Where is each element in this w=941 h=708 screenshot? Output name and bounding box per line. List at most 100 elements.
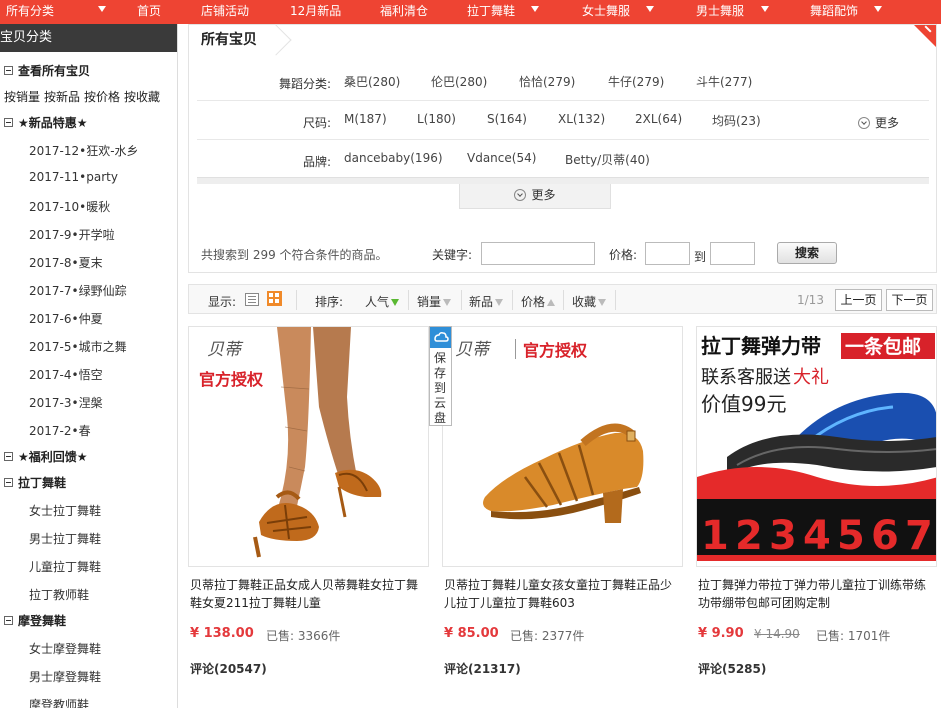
band-number: 5 [837,513,865,559]
prev-page-button[interactable]: 上一页 [835,289,882,311]
sort-by-new-link[interactable]: 按新品 [44,90,80,104]
nav-december-new[interactable]: 12月新品 [290,0,341,24]
sidebar-item[interactable]: 2017-8•夏末 [29,254,103,271]
product-title[interactable]: 贝蒂拉丁舞鞋正品女成人贝蒂舞鞋女拉丁舞鞋女夏211拉丁舞鞋儿童 [190,576,428,612]
search-button[interactable]: 搜索 [777,242,837,264]
sidebar-item[interactable]: 2017-3•涅槃 [29,394,103,411]
filter-option[interactable]: 恰恰(279) [519,73,575,90]
filter-option[interactable]: 均码(23) [712,112,761,129]
sort-popularity[interactable]: 人气 [365,293,400,310]
sidebar-category-new[interactable]: ★新品特惠★ [4,114,88,131]
filter-option[interactable]: S(164) [487,112,527,126]
sidebar-item[interactable]: 女士拉丁舞鞋 [29,502,101,519]
sort-favorites[interactable]: 收藏 [572,293,607,310]
collapse-icon[interactable] [4,616,13,625]
nav-mens-dancewear[interactable]: 男士舞服 [696,0,744,24]
filter-more-label: 更多 [531,188,556,202]
sidebar-item[interactable]: 2017-6•仲夏 [29,310,103,327]
nav-clearance[interactable]: 福利清仓 [380,0,428,24]
chevron-down-icon [98,6,106,12]
filter-option[interactable]: L(180) [417,112,456,126]
nav-dance-accessories[interactable]: 舞蹈配饰 [810,0,858,24]
filter-option[interactable]: 2XL(64) [635,112,682,126]
sidebar-item[interactable]: 2017-12•狂欢-水乡 [29,142,139,159]
price-min-input[interactable] [645,242,690,265]
nav-womens-dancewear[interactable]: 女士舞服 [582,0,630,24]
nav-store-events[interactable]: 店铺活动 [201,0,249,24]
filter-option[interactable]: XL(132) [558,112,605,126]
filter-option[interactable]: dancebaby(196) [344,151,443,165]
collapse-icon[interactable] [4,478,13,487]
price-to-label: 到 [694,250,707,264]
product-comments[interactable]: 评论(20547) [190,660,267,677]
price-max-input[interactable] [710,242,755,265]
filter-option[interactable]: 斗牛(277) [696,73,752,90]
product-image[interactable]: 拉丁舞弹力带 一条包邮 联系客服送 大礼 价值99元 1 2 3 4 5 6 7 [696,326,937,567]
sort-by-favorites-link[interactable]: 按收藏 [124,90,160,104]
sidebar-item[interactable]: 摩登教师鞋 [29,696,89,708]
list-view-icon[interactable] [245,293,259,306]
divider [461,290,462,310]
size-more-button[interactable]: 更多 [857,114,899,131]
product-card[interactable]: 贝蒂 官方授权 贝蒂拉丁舞鞋儿童女孩女童拉丁舞鞋正品少儿拉丁儿童拉丁舞鞋603 … [442,326,683,686]
next-page-button[interactable]: 下一页 [886,289,933,311]
arrow-down-icon [391,299,400,306]
sort-new[interactable]: 新品 [469,293,504,310]
nav-latin-shoes[interactable]: 拉丁舞鞋 [467,0,515,24]
filter-label: 舞蹈分类: [278,77,331,91]
product-image[interactable]: 贝蒂 官方授权 [188,326,429,567]
sidebar-item[interactable]: 2017-7•绿野仙踪 [29,282,127,299]
sidebar-item[interactable]: 男士拉丁舞鞋 [29,530,101,547]
chevron-down-icon [857,117,870,129]
filter-option[interactable]: M(187) [344,112,387,126]
product-comments[interactable]: 评论(5285) [698,660,766,677]
sidebar-item[interactable]: 2017-2•春 [29,422,91,439]
keyword-input[interactable] [481,242,595,265]
product-price: ¥ 138.00 [190,626,254,641]
chevron-down-icon [646,6,654,12]
grid-view-icon[interactable] [267,291,282,306]
nav-all-categories[interactable]: 所有分类 [6,0,54,24]
sort-by-price-link[interactable]: 按价格 [84,90,120,104]
brand-logo: 贝蒂 [207,340,244,360]
sidebar-item[interactable]: 儿童拉丁舞鞋 [29,558,101,575]
collapse-icon[interactable] [4,118,13,127]
filter-option[interactable]: 桑巴(280) [344,73,400,90]
filter-option[interactable]: 牛仔(279) [608,73,664,90]
nav-home[interactable]: 首页 [137,0,161,24]
filter-more-toggle[interactable]: 更多 [459,184,611,209]
sidebar-category-modern[interactable]: 摩登舞鞋 [4,612,66,629]
sidebar-item[interactable]: 男士摩登舞鞋 [29,668,101,685]
sidebar-category-latin[interactable]: 拉丁舞鞋 [4,474,66,491]
sidebar-item[interactable]: 2017-5•城市之舞 [29,338,127,355]
sidebar-item[interactable]: 拉丁教师鞋 [29,586,89,603]
product-title[interactable]: 拉丁舞弹力带拉丁弹力带儿童拉丁训练带练功带绷带包邮可团购定制 [698,576,936,612]
product-image[interactable]: 贝蒂 官方授权 [442,326,683,567]
filter-option[interactable]: 伦巴(280) [431,73,487,90]
filter-option[interactable]: Vdance(54) [467,151,536,165]
product-comments[interactable]: 评论(21317) [444,660,521,677]
product-sold: 已售: 1701件 [816,629,891,643]
collapse-icon[interactable] [4,66,13,75]
top-nav: 所有分类 首页 店铺活动 12月新品 福利清仓 拉丁舞鞋 女士舞服 男士舞服 舞… [0,0,941,24]
sort-price[interactable]: 价格 [521,293,556,310]
product-card[interactable]: 拉丁舞弹力带 一条包邮 联系客服送 大礼 价值99元 1 2 3 4 5 6 7… [696,326,937,686]
sidebar-item[interactable]: 2017-4•悟空 [29,366,103,383]
product-card[interactable]: 贝蒂 官方授权 贝蒂拉丁舞鞋正品女成人贝蒂舞鞋女拉丁舞鞋女夏211拉丁舞鞋儿童 … [188,326,429,686]
sort-sales[interactable]: 销量 [417,293,452,310]
arrow-down-icon [495,299,504,306]
divider [615,290,616,310]
sidebar-sort-links: 按销量 按新品 按价格 按收藏 [4,88,164,105]
filter-option[interactable]: Betty/贝蒂(40) [565,151,650,168]
product-title[interactable]: 贝蒂拉丁舞鞋儿童女孩女童拉丁舞鞋正品少儿拉丁儿童拉丁舞鞋603 [444,576,682,612]
sort-by-sales-link[interactable]: 按销量 [4,90,40,104]
sidebar-category-welfare[interactable]: ★福利回馈★ [4,448,88,465]
sidebar-item[interactable]: 2017-11•party [29,170,118,184]
sidebar-item[interactable]: 2017-9•开学啦 [29,226,115,243]
sidebar-view-all[interactable]: 查看所有宝贝 [4,62,90,79]
filter-label: 尺码: [302,116,331,130]
collapse-icon[interactable] [4,452,13,461]
sidebar-item[interactable]: 2017-10•暖秋 [29,198,110,215]
sidebar-item[interactable]: 女士摩登舞鞋 [29,640,101,657]
save-to-cloud-tab[interactable]: 保存到云盘 [429,326,452,426]
